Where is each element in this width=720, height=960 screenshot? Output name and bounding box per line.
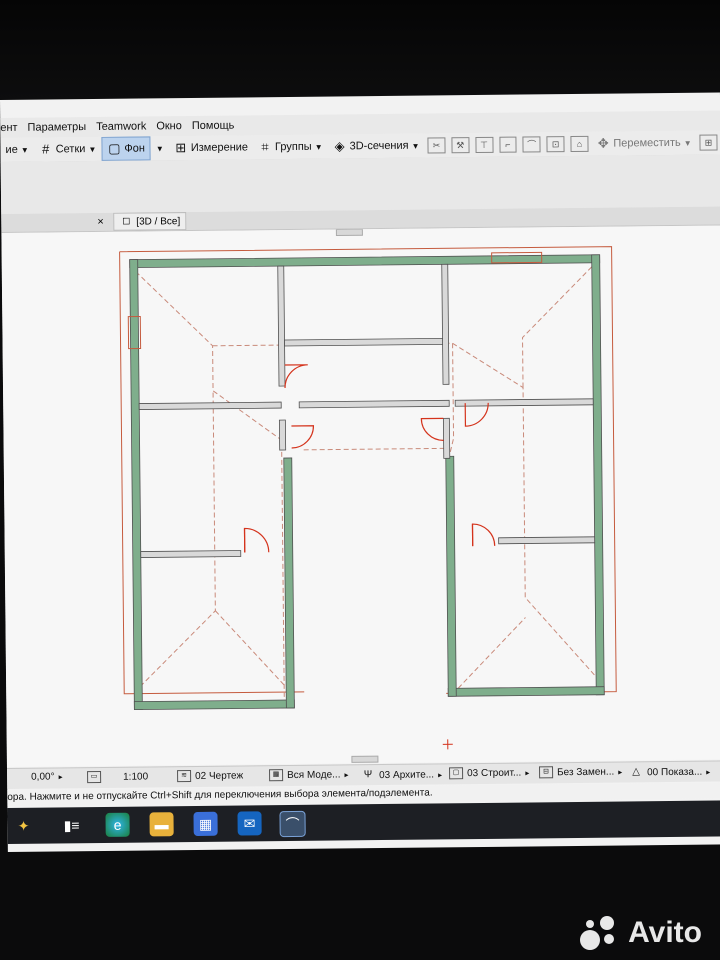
outer-walls	[129, 254, 605, 711]
layers-icon: ≋	[177, 770, 192, 783]
chevron-down-icon: ▼	[20, 145, 29, 155]
scroll-handle-top[interactable]	[335, 228, 363, 236]
model-icon: ▦	[269, 769, 284, 782]
floor-plan	[119, 228, 617, 763]
drawing-canvas[interactable]	[1, 225, 720, 767]
scale-icon: ▭	[87, 770, 102, 784]
archicad-window: ент Параметры Teamwork Окно Помощь ие ▼ …	[0, 92, 720, 852]
corner-icon[interactable]: ⌐	[498, 136, 517, 153]
roof-icon[interactable]: ⌂	[570, 135, 589, 153]
renovation-field[interactable]: ⊟ Без Замен... ▸	[539, 766, 622, 779]
toolbar-item-0[interactable]: ие ▼	[0, 139, 33, 161]
scissors-icon[interactable]: ✂	[427, 137, 446, 154]
chevron-down-icon: ▼	[411, 141, 420, 151]
angle-field[interactable]: 0,00° ▸	[31, 771, 63, 782]
copilot-icon[interactable]: ✦	[11, 814, 35, 838]
chevron-down-icon: ▼	[155, 143, 164, 153]
menu-item-teamwork[interactable]: Teamwork	[96, 120, 146, 133]
menu-item-options[interactable]: Параметры	[27, 121, 86, 134]
tab-3d-all[interactable]: ◻ [3D / Все]	[113, 212, 187, 231]
outlook-icon[interactable]: ✉	[237, 811, 262, 836]
roof-lines	[135, 266, 597, 701]
menu-item-design[interactable]: ент	[0, 122, 17, 134]
info-box-area	[0, 154, 720, 214]
pen-icon: Ψ	[363, 769, 373, 781]
curve-icon[interactable]: ⌒	[522, 136, 541, 153]
outline-reference	[119, 246, 617, 694]
chevron-right-icon: ▸	[58, 772, 63, 782]
avito-watermark: Avito	[580, 916, 702, 950]
cube-icon: ◈	[334, 138, 345, 154]
task-view-icon[interactable]: ▮≡	[59, 813, 83, 837]
menu-item-help[interactable]: Помощь	[192, 120, 235, 132]
cube-icon: ◻	[122, 215, 131, 227]
archicad-icon[interactable]: ⌒	[279, 810, 306, 838]
magic-wand-icon[interactable]: ⚒	[451, 137, 470, 154]
edge-icon[interactable]: e	[105, 812, 130, 837]
measure-button[interactable]: ⊞ Измерение	[169, 136, 253, 159]
interior-walls	[138, 263, 596, 558]
square-icon: ▢	[108, 140, 121, 156]
scroll-handle-bottom[interactable]	[351, 755, 379, 763]
group-icon: ⌗	[261, 139, 269, 155]
background-button[interactable]: ▢ Фон	[101, 136, 152, 161]
chevron-down-icon: ▼	[683, 138, 692, 148]
grids-button[interactable]: # Сетки ▼	[34, 138, 102, 161]
origin-marker-icon	[442, 739, 453, 750]
menu-item-window[interactable]: Окно	[156, 120, 182, 132]
warning-icon: △	[632, 766, 640, 778]
scale-field[interactable]: ▭ 1:100	[87, 770, 148, 784]
monitor-bezel	[0, 0, 720, 100]
move-icon: ✥	[597, 135, 609, 151]
pen-set-field[interactable]: Ψ 03 Архите... ▸	[361, 767, 442, 782]
close-icon[interactable]: ×	[97, 216, 104, 228]
chevron-down-icon: ▼	[314, 142, 323, 152]
layer-set-field[interactable]: ≋ 02 Чертеж	[177, 769, 243, 783]
store-icon[interactable]: ▦	[193, 811, 218, 837]
trim-icon[interactable]: ⊤	[475, 136, 494, 154]
split-icon[interactable]: ⊡	[546, 136, 565, 153]
grid-icon: #	[42, 141, 50, 157]
show-field[interactable]: △ 00 Показа... ▸	[629, 765, 710, 780]
ruler-icon: ⊞	[175, 140, 187, 156]
chevron-down-icon: ▼	[88, 144, 97, 154]
doors	[243, 364, 496, 553]
renovation-icon: ⊟	[539, 766, 554, 779]
outline-reference-left	[119, 251, 305, 695]
model-field[interactable]: ▦ Вся Моде... ▸	[269, 768, 349, 782]
background-dropdown[interactable]: ▼	[151, 137, 169, 159]
file-explorer-icon[interactable]: ▬	[149, 812, 174, 837]
structure-icon: ▢	[449, 767, 464, 780]
windows-taskbar: ✦ ▮≡ e ▬ ▦ ✉ ⌒	[7, 800, 720, 844]
sections3d-button[interactable]: ◈ 3D-сечения ▼	[327, 135, 424, 158]
move-button[interactable]: ✥ Переместить ▼	[591, 132, 697, 155]
avito-logo-icon	[580, 916, 620, 950]
groups-button[interactable]: ⌗ Группы ▼	[253, 136, 328, 159]
structure-field[interactable]: ▢ 03 Строит... ▸	[449, 766, 529, 780]
avito-brand-text: Avito	[628, 916, 702, 949]
drag-icon[interactable]: ⊞	[699, 134, 718, 151]
